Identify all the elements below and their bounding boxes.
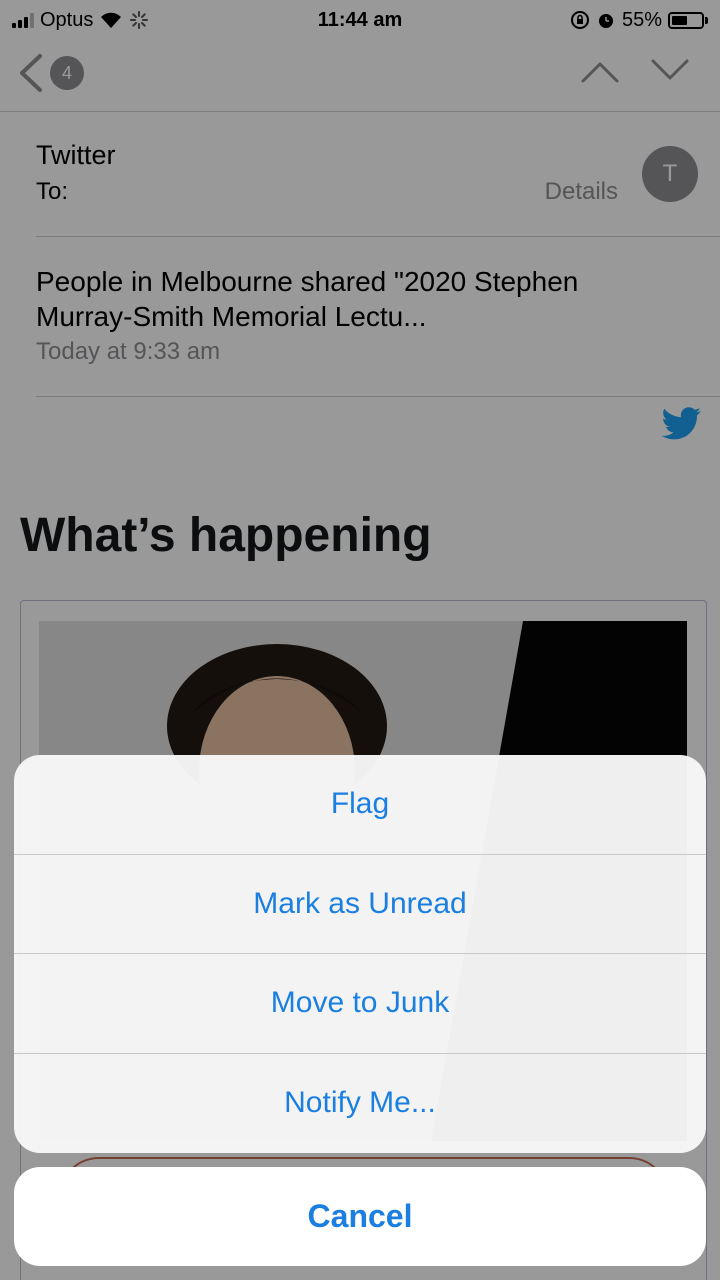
action-flag[interactable]: Flag: [14, 755, 706, 855]
action-mark-unread[interactable]: Mark as Unread: [14, 855, 706, 954]
action-sheet: Flag Mark as Unread Move to Junk Notify …: [14, 755, 706, 1153]
action-move-to-junk[interactable]: Move to Junk: [14, 954, 706, 1054]
mail-screen: Optus 11:44 am 55% 4 Twitter To: Details…: [0, 0, 720, 1280]
action-notify-me[interactable]: Notify Me...: [14, 1054, 706, 1154]
cancel-button[interactable]: Cancel: [14, 1167, 706, 1266]
